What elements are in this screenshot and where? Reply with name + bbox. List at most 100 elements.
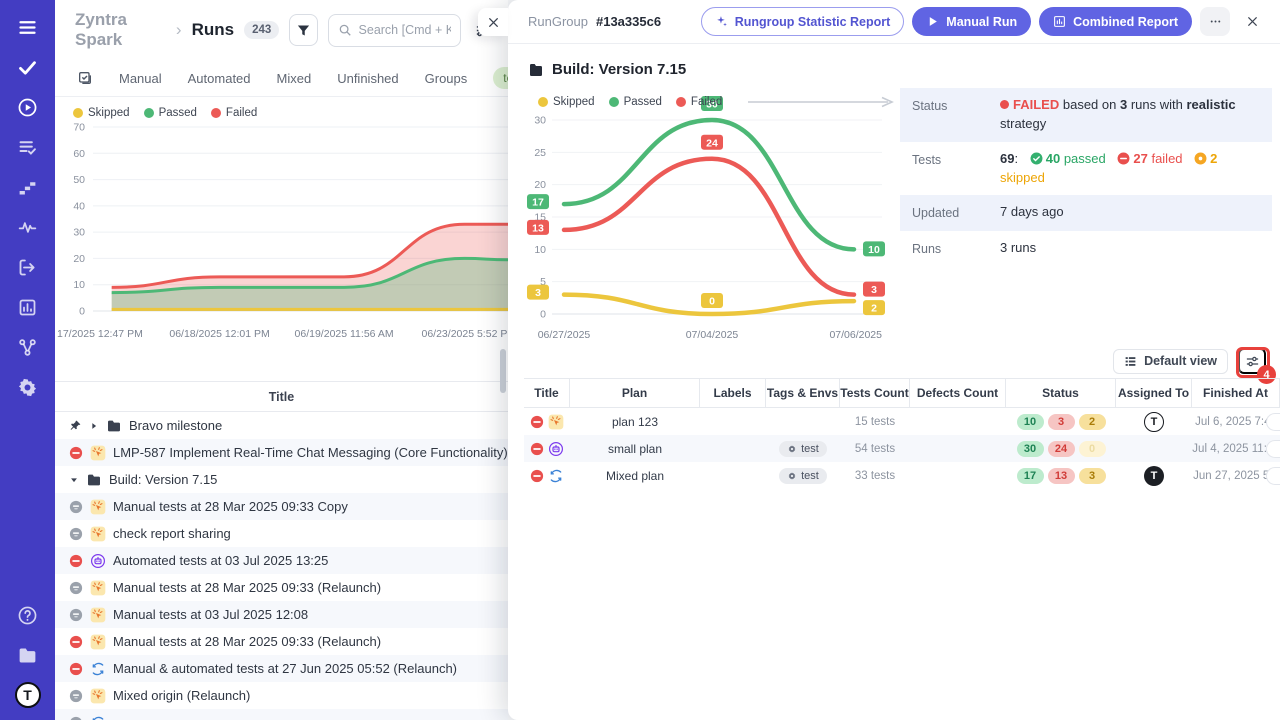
filter-button[interactable] xyxy=(289,14,317,46)
tab-automated[interactable]: Automated xyxy=(188,71,251,86)
legend-item-failed[interactable]: Failed xyxy=(211,107,257,119)
tag-pill[interactable]: test xyxy=(779,441,827,457)
row-actions-button[interactable] xyxy=(1266,440,1280,458)
rungroup-statistic-report-label: Rungroup Statistic Report xyxy=(735,15,891,29)
sidebar-item-import[interactable] xyxy=(15,254,41,280)
sidebar-item-menu[interactable] xyxy=(15,14,41,40)
column-header-labels[interactable]: Labels xyxy=(700,379,766,407)
cell-plan[interactable]: plan 123 xyxy=(570,415,700,429)
run-list-item[interactable]: check report sharing xyxy=(55,520,508,547)
drawer-close-button[interactable] xyxy=(1238,8,1266,36)
run-list-item[interactable]: Manual tests at 03 Jul 2025 12:08 xyxy=(55,601,508,628)
combined-report-button[interactable]: Combined Report xyxy=(1039,7,1192,36)
run-list-item[interactable]: Manual tests at 28 Mar 2025 09:33 Copy xyxy=(55,493,508,520)
drawer-close-tab[interactable] xyxy=(478,8,508,36)
legend-item-passed[interactable]: Passed xyxy=(609,96,662,108)
tag-filter-chip[interactable]: test work xyxy=(493,67,508,89)
sidebar-item-branch[interactable] xyxy=(15,334,41,360)
type-mixed-icon xyxy=(90,715,106,720)
row-actions-button[interactable] xyxy=(1266,467,1280,485)
run-list-item[interactable] xyxy=(55,709,508,720)
row-actions-button[interactable] xyxy=(1266,413,1280,431)
default-view-button[interactable]: Default view xyxy=(1113,349,1228,374)
column-header-assigned-to[interactable]: Assigned To xyxy=(1116,379,1192,407)
tab-unfinished[interactable]: Unfinished xyxy=(337,71,398,86)
run-list-item[interactable]: Manual & automated tests at 27 Jun 2025 … xyxy=(55,655,508,682)
assignee-avatar[interactable]: T xyxy=(1144,466,1164,486)
branch-icon xyxy=(17,337,38,358)
sidebar-item-gear[interactable] xyxy=(15,374,41,400)
run-list-item[interactable]: Bravo milestone xyxy=(55,412,508,439)
svg-text:07/04/2025: 07/04/2025 xyxy=(686,329,739,341)
table-settings-button[interactable]: 4 xyxy=(1238,348,1266,374)
column-header-tests-count[interactable]: Tests Count xyxy=(840,379,910,407)
status-failed-icon xyxy=(69,662,83,676)
legend-item-failed[interactable]: Failed xyxy=(676,96,722,108)
cell-plan[interactable]: small plan xyxy=(570,442,700,456)
tab-groups[interactable]: Groups xyxy=(425,71,468,86)
column-header-title[interactable]: Title xyxy=(524,379,570,407)
cell-title xyxy=(524,468,570,484)
run-title: Manual tests at 28 Mar 2025 09:33 Copy xyxy=(113,499,348,514)
failed-minus-icon xyxy=(1117,152,1130,165)
detail-row-tests: Tests 69: 40 passed 27 failed 2 skipped xyxy=(900,142,1272,196)
trend-arrow-icon xyxy=(746,96,896,108)
table-row[interactable]: small plantest54 tests30240Jul 4, 2025 1… xyxy=(524,435,1280,462)
manual-run-button[interactable]: Manual Run xyxy=(912,7,1031,36)
status-mid1: based on xyxy=(1063,97,1117,112)
more-actions-button[interactable] xyxy=(1200,7,1230,36)
sidebar-item-play-circle[interactable] xyxy=(15,94,41,120)
rungroup-statistic-report-button[interactable]: Rungroup Statistic Report xyxy=(701,7,905,36)
menu-icon xyxy=(17,17,38,38)
scrollbar-thumb[interactable] xyxy=(500,349,506,393)
select-all-icon[interactable] xyxy=(77,69,93,87)
status-badge-green: 17 xyxy=(1017,468,1044,484)
chart-legend: Skipped Passed Failed xyxy=(538,96,896,108)
sparkle-icon xyxy=(715,15,728,28)
legend-dot-icon xyxy=(211,108,221,118)
table-row[interactable]: plan 12315 tests1032TJul 6, 2025 7:40 xyxy=(524,408,1280,435)
sidebar-item-steps[interactable] xyxy=(15,174,41,200)
legend-item-passed[interactable]: Passed xyxy=(144,107,197,119)
tag-pill[interactable]: test xyxy=(779,468,827,484)
status-failed-icon xyxy=(69,635,83,649)
cell-tags: test xyxy=(766,441,840,457)
sidebar-item-folder[interactable] xyxy=(15,642,41,668)
sidebar-item-list-check[interactable] xyxy=(15,134,41,160)
svg-text:30: 30 xyxy=(534,115,546,127)
pin-icon xyxy=(69,419,82,432)
sidebar-item-chart-panel[interactable] xyxy=(15,294,41,320)
run-list-item[interactable]: Build: Version 7.15 xyxy=(55,466,508,493)
rungroup-details: Status FAILED based on 3 runs with reali… xyxy=(900,88,1272,266)
run-list-item[interactable]: Automated tests at 03 Jul 2025 13:25 xyxy=(55,547,508,574)
legend-item-skipped[interactable]: Skipped xyxy=(538,96,595,108)
tab-manual[interactable]: Manual xyxy=(119,71,162,86)
sidebar-item-check[interactable] xyxy=(15,54,41,80)
user-avatar[interactable]: T xyxy=(15,682,41,708)
search-input[interactable] xyxy=(359,23,452,37)
column-header-status[interactable]: Status xyxy=(1006,379,1116,407)
tab-mixed[interactable]: Mixed xyxy=(277,71,312,86)
svg-text:0: 0 xyxy=(79,306,85,318)
run-title: LMP-587 Implement Real-Time Chat Messagi… xyxy=(113,445,508,460)
run-list-item[interactable]: Manual tests at 28 Mar 2025 09:33 (Relau… xyxy=(55,574,508,601)
assignee-avatar[interactable]: T xyxy=(1144,412,1164,432)
run-list-item[interactable]: LMP-587 Implement Real-Time Chat Messagi… xyxy=(55,439,508,466)
column-header-defects-count[interactable]: Defects Count xyxy=(910,379,1006,407)
sidebar-item-pulse[interactable] xyxy=(15,214,41,240)
breadcrumb-project[interactable]: Zyntra Spark xyxy=(75,10,166,50)
column-header-plan[interactable]: Plan xyxy=(570,379,700,407)
legend-item-skipped[interactable]: Skipped xyxy=(73,107,130,119)
runs-panel: Zyntra Spark › Runs 243 ManualAutomatedM… xyxy=(55,0,508,720)
column-header-finished-at[interactable]: Finished At xyxy=(1192,379,1280,407)
svg-text:20: 20 xyxy=(73,253,85,265)
run-list-item[interactable]: Mixed origin (Relaunch) xyxy=(55,682,508,709)
run-list-item[interactable]: Manual tests at 28 Mar 2025 09:33 (Relau… xyxy=(55,628,508,655)
table-row[interactable]: Mixed plantest33 tests17133TJun 27, 2025… xyxy=(524,462,1280,489)
status-badge-yellow: 3 xyxy=(1079,468,1106,484)
cell-plan[interactable]: Mixed plan xyxy=(570,469,700,483)
sidebar-item-help[interactable] xyxy=(15,602,41,628)
column-header-tags-envs[interactable]: Tags & Envs xyxy=(766,379,840,407)
gear-icon xyxy=(17,377,38,398)
cell-status: 17133 xyxy=(1006,468,1116,484)
